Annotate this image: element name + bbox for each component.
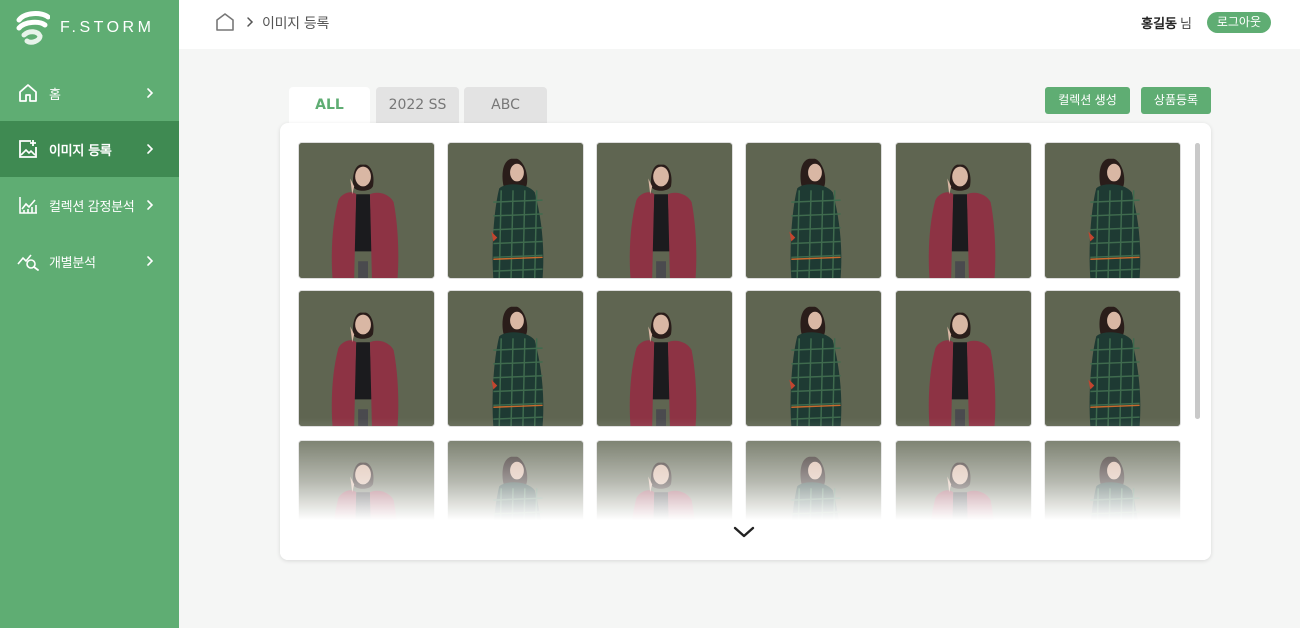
chevron-right-icon <box>147 88 154 98</box>
user-name: 홍길동 <box>1141 17 1178 32</box>
gallery-image-plaid-coat[interactable] <box>1044 290 1181 427</box>
sidebar-item-collection-analysis[interactable]: 컬렉션 감정분석 <box>0 177 179 233</box>
user-suffix: 님 <box>1180 17 1192 32</box>
sidebar-item-label: 개별분석 <box>49 255 96 271</box>
sidebar-item-individual-analysis[interactable]: 개별분석 <box>0 233 179 289</box>
chevron-right-icon <box>147 144 154 154</box>
register-product-button[interactable]: 상품등록 <box>1141 87 1211 114</box>
gallery-image-red-coat[interactable] <box>596 440 733 560</box>
logout-button[interactable]: 로그아웃 <box>1206 12 1271 33</box>
gallery-image-plaid-coat[interactable] <box>1044 142 1181 279</box>
analysis-search-icon <box>17 250 39 272</box>
gallery-image-red-coat[interactable] <box>298 440 435 560</box>
gallery-image-red-coat[interactable] <box>298 142 435 279</box>
sidebar-item-image-register[interactable]: 이미지 등록 <box>0 121 179 177</box>
gallery-image-plaid-coat[interactable] <box>1044 440 1181 560</box>
image-gallery-panel <box>280 123 1211 560</box>
brand-logo[interactable]: F.STORM <box>16 10 154 46</box>
gallery-image-plaid-coat[interactable] <box>745 290 882 427</box>
gallery-image-red-coat[interactable] <box>895 142 1032 279</box>
gallery-image-plaid-coat[interactable] <box>447 142 584 279</box>
scrollbar-thumb[interactable] <box>1195 143 1200 419</box>
gallery-image-plaid-coat[interactable] <box>745 440 882 560</box>
sidebar-item-label: 홈 <box>49 87 61 103</box>
gallery-image-red-coat[interactable] <box>895 440 1032 560</box>
home-icon[interactable] <box>215 12 235 32</box>
gallery-image-plaid-coat[interactable] <box>745 142 882 279</box>
sidebar: F.STORM 홈 이미지 등록 컬렉션 감정분석 개별분석 <box>0 0 179 628</box>
gallery-image-red-coat[interactable] <box>298 290 435 427</box>
create-collection-button[interactable]: 컬렉션 생성 <box>1045 87 1130 114</box>
brand-name: F.STORM <box>60 19 155 36</box>
image-add-icon <box>17 138 39 160</box>
sidebar-item-home[interactable]: 홈 <box>0 65 179 121</box>
tab-abc[interactable]: ABC <box>464 87 547 123</box>
gallery-image-red-coat[interactable] <box>596 290 733 427</box>
gallery-image-plaid-coat[interactable] <box>447 440 584 560</box>
sidebar-item-label: 컬렉션 감정분석 <box>49 199 135 215</box>
scrollbar-track[interactable] <box>1195 143 1200 419</box>
user-greeting: 홍길동 님 <box>1141 13 1192 32</box>
chevron-right-icon <box>147 200 154 210</box>
top-header: 이미지 등록 홍길동 님 로그아웃 <box>179 0 1300 49</box>
storm-logo-icon <box>16 11 50 45</box>
chevron-right-icon <box>147 256 154 266</box>
tab-2022-ss[interactable]: 2022 SS <box>376 87 459 123</box>
breadcrumb-current: 이미지 등록 <box>262 16 330 32</box>
sidebar-item-label: 이미지 등록 <box>49 143 112 159</box>
chevron-down-icon[interactable] <box>732 523 756 541</box>
chart-line-icon <box>17 194 39 216</box>
chevron-right-icon <box>247 17 254 27</box>
gallery-image-plaid-coat[interactable] <box>447 290 584 427</box>
home-icon <box>17 82 39 104</box>
sidebar-nav: 홈 이미지 등록 컬렉션 감정분석 개별분석 <box>0 65 179 289</box>
gallery-image-red-coat[interactable] <box>895 290 1032 427</box>
tab-all[interactable]: ALL <box>289 87 370 123</box>
gallery-image-red-coat[interactable] <box>596 142 733 279</box>
